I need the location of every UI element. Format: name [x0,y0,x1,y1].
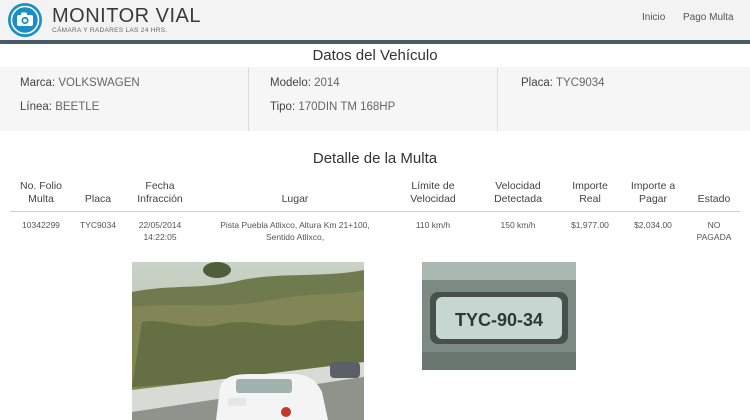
vehicle-field-modelo: Modelo: 2014 [270,77,340,89]
cell-estado: NO PAGADA [690,219,738,243]
header-line: Lugar [281,193,309,205]
column-header-placa: Placa [76,193,120,206]
vehicle-section-title: Datos del Vehículo [312,47,438,64]
field-value: 2014 [314,77,340,89]
cell-line: PAGADA [696,232,732,242]
column-header-lugar: Lugar [200,193,390,206]
vehicle-field-tipo: Tipo: 170DIN TM 168HP [270,101,395,113]
column-header-importe-pagar: Importe a Pagar [622,180,684,206]
car-infraction-photo [132,262,364,420]
cell-line: 150 km/h [500,220,536,230]
field-label: Placa: [521,77,553,89]
header-line: Detectada [494,193,542,205]
field-label: Modelo: [270,77,311,89]
cell-line: NO [707,220,721,230]
header-line: Estado [697,193,731,205]
cell-importe-pagar: $2,034.00 [622,219,684,231]
cell-limite: 110 km/h [396,219,470,231]
detail-section-title: Detalle de la Multa [312,150,438,167]
brand-subtitle: CÁMARA Y RADARES LAS 24 HRS. [52,27,168,34]
cell-detectada: 150 km/h [480,219,556,231]
cell-line: $2,034.00 [634,220,672,230]
field-label: Marca: [20,77,56,89]
header-line: Importe [572,180,608,192]
field-value: VOLKSWAGEN [58,77,140,89]
top-bar: MONITOR VIAL CÁMARA Y RADARES LAS 24 HRS… [0,0,750,40]
nav-pago-multa[interactable]: Pago Multa [683,12,734,23]
cell-line: Sentido Atlixco, [265,232,325,242]
header-line: Placa [84,193,112,205]
header-line: Límite de [411,180,455,192]
cell-line: 14:22:05 [143,232,177,242]
cell-line: 10342299 [22,220,60,230]
vehicle-field-placa: Placa: TYC9034 [521,77,605,89]
header-line: No. Folio [19,180,62,192]
nav-inicio[interactable]: Inicio [642,12,665,23]
column-header-importe-real: Importe Real [560,180,620,206]
vehicle-field-linea: Línea: BEETLE [20,101,99,113]
column-header-folio: No. Folio Multa [8,180,74,206]
vehicle-column-2: Modelo: 2014 Tipo: 170DIN TM 168HP [249,67,498,131]
vehicle-column-3: Placa: TYC9034 [498,67,750,131]
header-line: Pagar [638,193,668,205]
plate-text: TYC-90-34 [455,310,543,330]
cell-folio: 10342299 [8,219,74,231]
brand-title: MONITOR VIAL [52,5,201,27]
header-line: Velocidad [410,193,456,205]
header-line: Fecha [145,180,175,192]
field-label: Tipo: [270,101,296,113]
cell-line: Pista Puebla Atlixco, Altura Km 21+100, [220,220,370,230]
camera-icon[interactable] [7,2,43,38]
cell-line: 22/05/2014 [138,220,182,230]
field-label: Línea: [20,101,52,113]
cell-line: 110 km/h [415,220,451,230]
column-header-fecha: Fecha Infracción [122,180,198,206]
header-divider [0,40,750,44]
field-value: TYC9034 [555,77,605,89]
header-line: Importe a [630,180,676,192]
cell-placa: TYC9034 [76,219,120,231]
vehicle-column-1: Marca: VOLKSWAGEN Línea: BEETLE [0,67,249,131]
license-plate-photo: TYC-90-34 [422,262,576,370]
cell-fecha: 22/05/2014 14:22:05 [122,219,198,243]
header-line: Real [579,193,601,205]
header-line: Infracción [137,193,183,205]
column-header-limite: Límite de Velocidad [396,180,470,206]
cell-line: TYC9034 [80,220,116,230]
column-header-detectada: Velocidad Detectada [480,180,556,206]
field-value: BEETLE [55,101,100,113]
cell-line: $1,977.00 [571,220,609,230]
column-header-estado: Estado [690,193,738,206]
brand: MONITOR VIAL CÁMARA Y RADARES LAS 24 HRS… [52,6,201,34]
cell-lugar: Pista Puebla Atlixco, Altura Km 21+100, … [200,219,390,243]
vehicle-panel: Marca: VOLKSWAGEN Línea: BEETLE Modelo: … [0,67,750,131]
header-line: Velocidad [495,180,541,192]
field-value: 170DIN TM 168HP [298,101,396,113]
table-header-divider [10,211,740,212]
vehicle-field-marca: Marca: VOLKSWAGEN [20,77,140,89]
header-line: Multa [28,193,54,205]
cell-importe-real: $1,977.00 [560,219,620,231]
